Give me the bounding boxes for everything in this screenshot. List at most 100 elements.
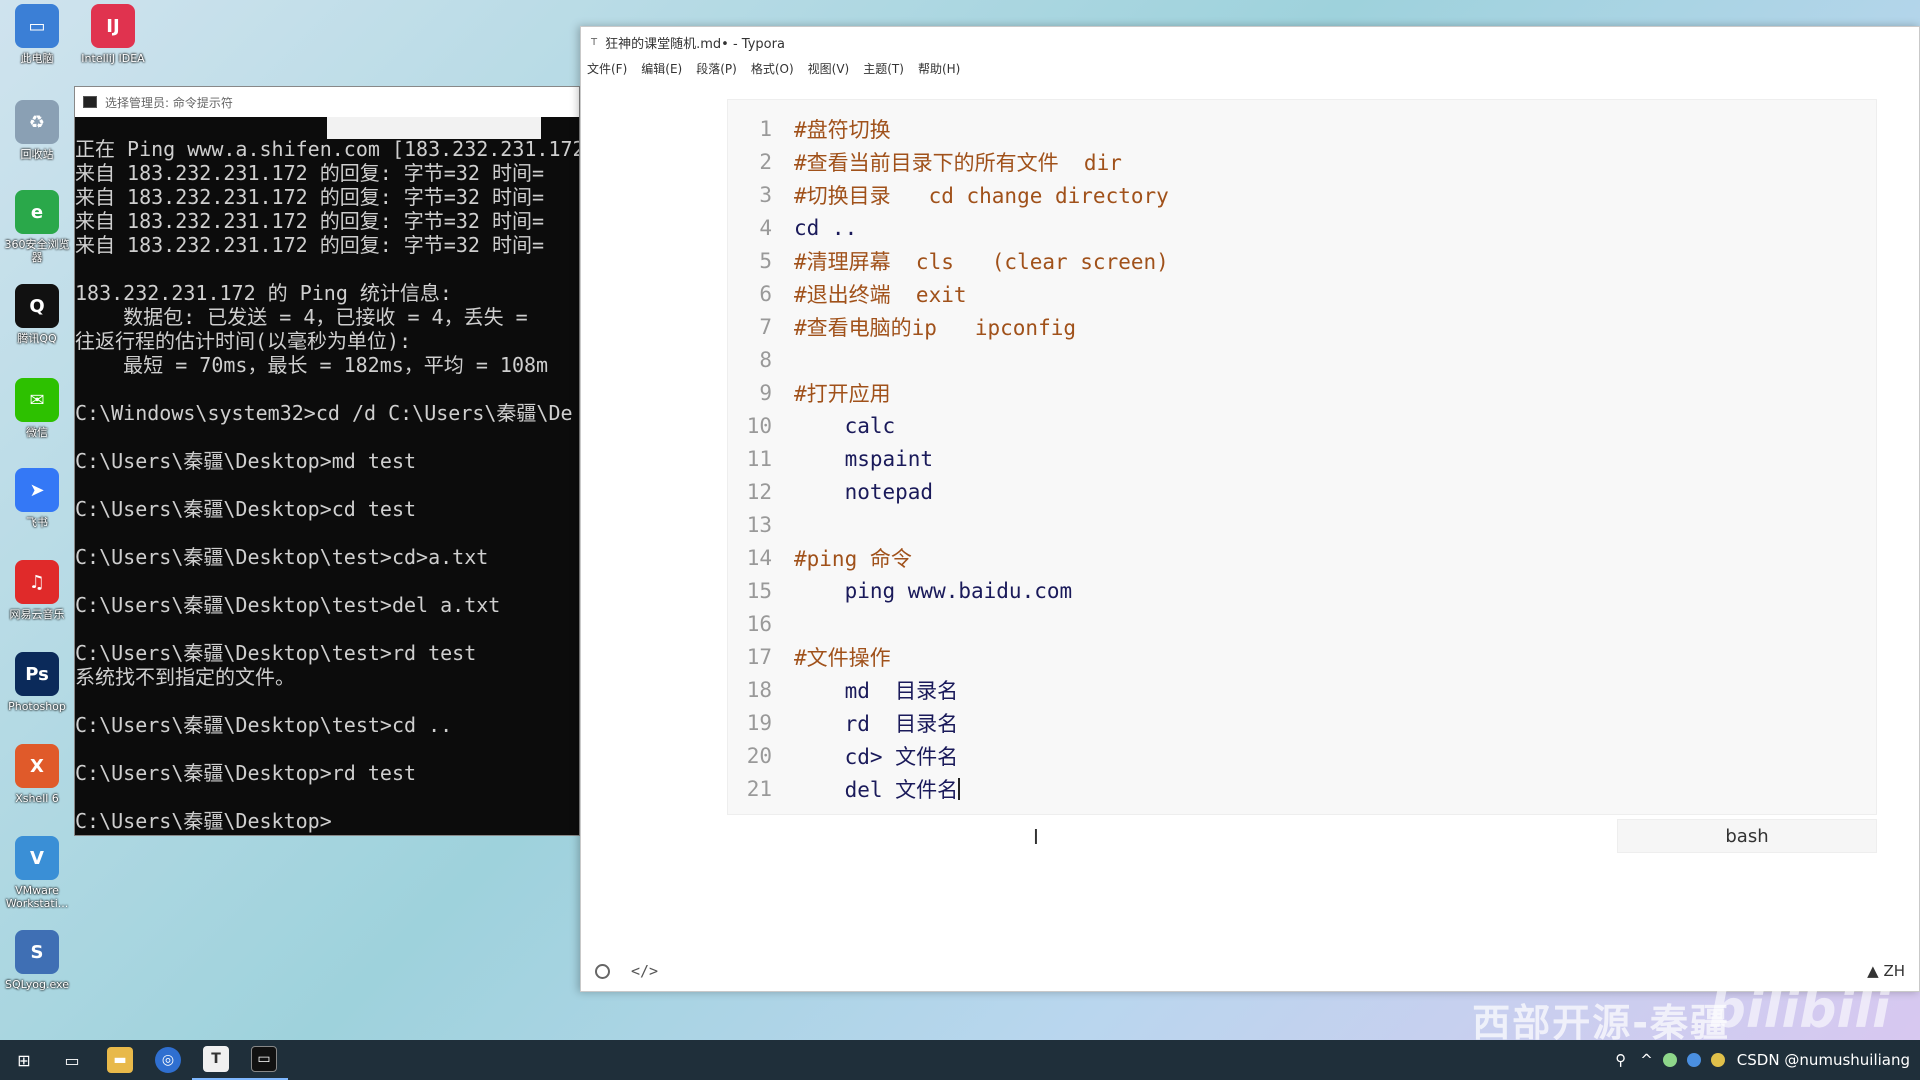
cmd-line: C:\Users\秦疆\Desktop>rd test xyxy=(75,761,417,785)
taskbar-file-explorer[interactable]: ▬ xyxy=(96,1040,144,1080)
line-number: 11 xyxy=(746,446,772,471)
typora-titlebar[interactable]: T 狂神的课堂随机.md• - Typora xyxy=(581,27,1919,57)
cmd-line: 来自 183.232.231.172 的回复: 字节=32 时间= xyxy=(75,209,544,233)
code-language-input[interactable]: bash xyxy=(1617,819,1877,853)
menu-item[interactable]: 编辑(E) xyxy=(641,60,682,77)
desktop-icon[interactable]: S SQLyog.exe xyxy=(0,930,74,991)
typora-icon: T xyxy=(203,1046,229,1072)
code-line[interactable]: 19 rd 目录名 xyxy=(728,706,1876,739)
typora-icon: T xyxy=(591,36,598,48)
menu-item[interactable]: 视图(V) xyxy=(808,60,850,77)
code-text: #退出终端 exit xyxy=(794,282,967,307)
code-line[interactable]: 13 xyxy=(728,508,1876,541)
source-mode-toggle[interactable]: </> xyxy=(631,962,658,980)
menu-item[interactable]: 格式(O) xyxy=(751,60,794,77)
text-caret xyxy=(958,777,961,800)
desktop-icon[interactable]: ▭ 此电脑 xyxy=(0,4,74,65)
code-line[interactable]: 6 #退出终端 exit xyxy=(728,277,1876,310)
typora-window[interactable]: T 狂神的课堂随机.md• - Typora 文件(F) 编辑(E) 段落(P) 格式… xyxy=(580,26,1920,992)
cmd-line: 来自 183.232.231.172 的回复: 字节=32 时间= xyxy=(75,161,544,185)
code-line[interactable]: 3 #切换目录 cd change directory xyxy=(728,178,1876,211)
cmd-title: 选择管理员: 命令提示符 xyxy=(105,95,233,110)
cmd-titlebar[interactable]: 选择管理员: 命令提示符 xyxy=(75,87,579,117)
line-number: 1 xyxy=(759,116,772,141)
code-line[interactable]: 15 ping www.baidu.com xyxy=(728,574,1876,607)
code-line[interactable]: 7 #查看电脑的ip ipconfig xyxy=(728,310,1876,343)
code-line[interactable]: 1 #盘符切换 xyxy=(728,112,1876,145)
ime-indicator[interactable]: ▲ ZH xyxy=(1867,962,1905,980)
start-button[interactable]: ⊞ xyxy=(0,1040,48,1080)
code-line[interactable]: 9 #打开应用 xyxy=(728,376,1876,409)
person-icon[interactable]: ⚲ xyxy=(1615,1051,1626,1069)
line-number: 18 xyxy=(746,677,772,702)
desktop-icon-label: 腾讯QQ xyxy=(17,332,57,345)
code-line[interactable]: 10 calc xyxy=(728,409,1876,442)
code-block[interactable]: 1 #盘符切换 2 #查看当前目录下的所有文件 dir 3 #切换目录 cd change… xyxy=(727,99,1877,815)
code-line[interactable]: 5 #清理屏幕 cls (clear screen) xyxy=(728,244,1876,277)
app-icon: Ps xyxy=(15,652,59,696)
cmd-output[interactable]: 正在 Ping www.a.shifen.com [183.232.231.17… xyxy=(75,117,579,833)
code-text: #打开应用 xyxy=(794,381,891,406)
line-number: 4 xyxy=(759,215,772,240)
cmd-line: C:\Users\秦疆\Desktop>md test xyxy=(75,449,417,473)
command-prompt-window[interactable]: 选择管理员: 命令提示符 正在 Ping www.a.shifen.com [1… xyxy=(74,86,580,836)
code-line[interactable]: 2 #查看当前目录下的所有文件 dir xyxy=(728,145,1876,178)
network-tray-icon[interactable] xyxy=(1686,1053,1701,1067)
desktop-icon-label: 微信 xyxy=(26,426,48,439)
desktop-icon[interactable]: ✉ 微信 xyxy=(0,378,74,439)
wechat-tray-icon[interactable] xyxy=(1662,1053,1677,1067)
code-line[interactable]: 14 #ping 命令 xyxy=(728,541,1876,574)
code-text: del 文件名 xyxy=(794,777,959,802)
code-text: mspaint xyxy=(794,446,934,471)
cmd-line xyxy=(75,737,579,761)
code-line[interactable]: 21 del 文件名 xyxy=(728,772,1876,805)
line-number: 6 xyxy=(759,281,772,306)
desktop-icon[interactable]: ♫ 网易云音乐 xyxy=(0,560,74,621)
code-line[interactable]: 4 cd .. xyxy=(728,211,1876,244)
system-tray: ⚲ ^ CSDN @numushuiliang xyxy=(1615,1040,1910,1080)
desktop-icon-label: 网易云音乐 xyxy=(9,608,65,621)
desktop-icon[interactable]: Ps Photoshop xyxy=(0,652,74,713)
desktop-icon[interactable]: ➤ 飞书 xyxy=(0,468,74,529)
taskbar-cmd[interactable]: ▭ xyxy=(240,1040,288,1080)
desktop-icon[interactable]: Q 腾讯QQ xyxy=(0,284,74,345)
line-number: 21 xyxy=(746,776,772,801)
cmd-line xyxy=(75,425,579,449)
watermark-text: 西部开源-秦疆 xyxy=(1472,1001,1730,1045)
cmd-line xyxy=(75,257,579,281)
code-line[interactable]: 18 md 目录名 xyxy=(728,673,1876,706)
task-view-button[interactable]: ▭ xyxy=(48,1040,96,1080)
menu-item[interactable]: 帮助(H) xyxy=(918,60,960,77)
code-line[interactable]: 16 xyxy=(728,607,1876,640)
code-text: md 目录名 xyxy=(794,678,959,703)
chevron-up-icon[interactable]: ^ xyxy=(1640,1051,1653,1069)
desktop-icon[interactable]: X Xshell 6 xyxy=(0,744,74,805)
desktop-icon[interactable]: ♻ 回收站 xyxy=(0,100,74,161)
code-line[interactable]: 11 mspaint xyxy=(728,442,1876,475)
taskbar-typora[interactable]: T xyxy=(192,1040,240,1080)
code-text: notepad xyxy=(794,479,934,504)
taskbar-browser[interactable]: ◎ xyxy=(144,1040,192,1080)
line-number: 14 xyxy=(746,545,772,570)
outline-toggle-icon[interactable] xyxy=(595,963,610,979)
menu-item[interactable]: 段落(P) xyxy=(696,60,737,77)
code-line[interactable]: 20 cd> 文件名 xyxy=(728,739,1876,772)
menu-item[interactable]: 主题(T) xyxy=(863,60,904,77)
code-text: ping www.baidu.com xyxy=(794,578,1073,603)
cmd-line: C:\Users\秦疆\Desktop\test>cd .. xyxy=(75,713,453,737)
code-line[interactable]: 8 xyxy=(728,343,1876,376)
desktop-icon[interactable]: e 360安全浏览器 xyxy=(0,190,74,264)
app-tray-icon[interactable] xyxy=(1710,1053,1725,1067)
line-number: 19 xyxy=(746,710,772,735)
app-icon: ✉ xyxy=(15,378,59,422)
menu-item[interactable]: 文件(F) xyxy=(587,60,627,77)
code-line[interactable]: 17 #文件操作 xyxy=(728,640,1876,673)
cmd-line: C:\Windows\system32>cd /d C:\Users\秦疆\De xyxy=(75,401,573,425)
desktop-icon[interactable]: IJ IntelliJ IDEA xyxy=(76,4,150,65)
code-line[interactable]: 12 notepad xyxy=(728,475,1876,508)
line-number: 16 xyxy=(746,611,772,636)
desktop-icon[interactable]: V VMware Workstati... xyxy=(0,836,74,910)
line-number: 20 xyxy=(746,743,772,768)
code-text: #ping 命令 xyxy=(794,546,912,571)
app-icon: S xyxy=(15,930,59,974)
